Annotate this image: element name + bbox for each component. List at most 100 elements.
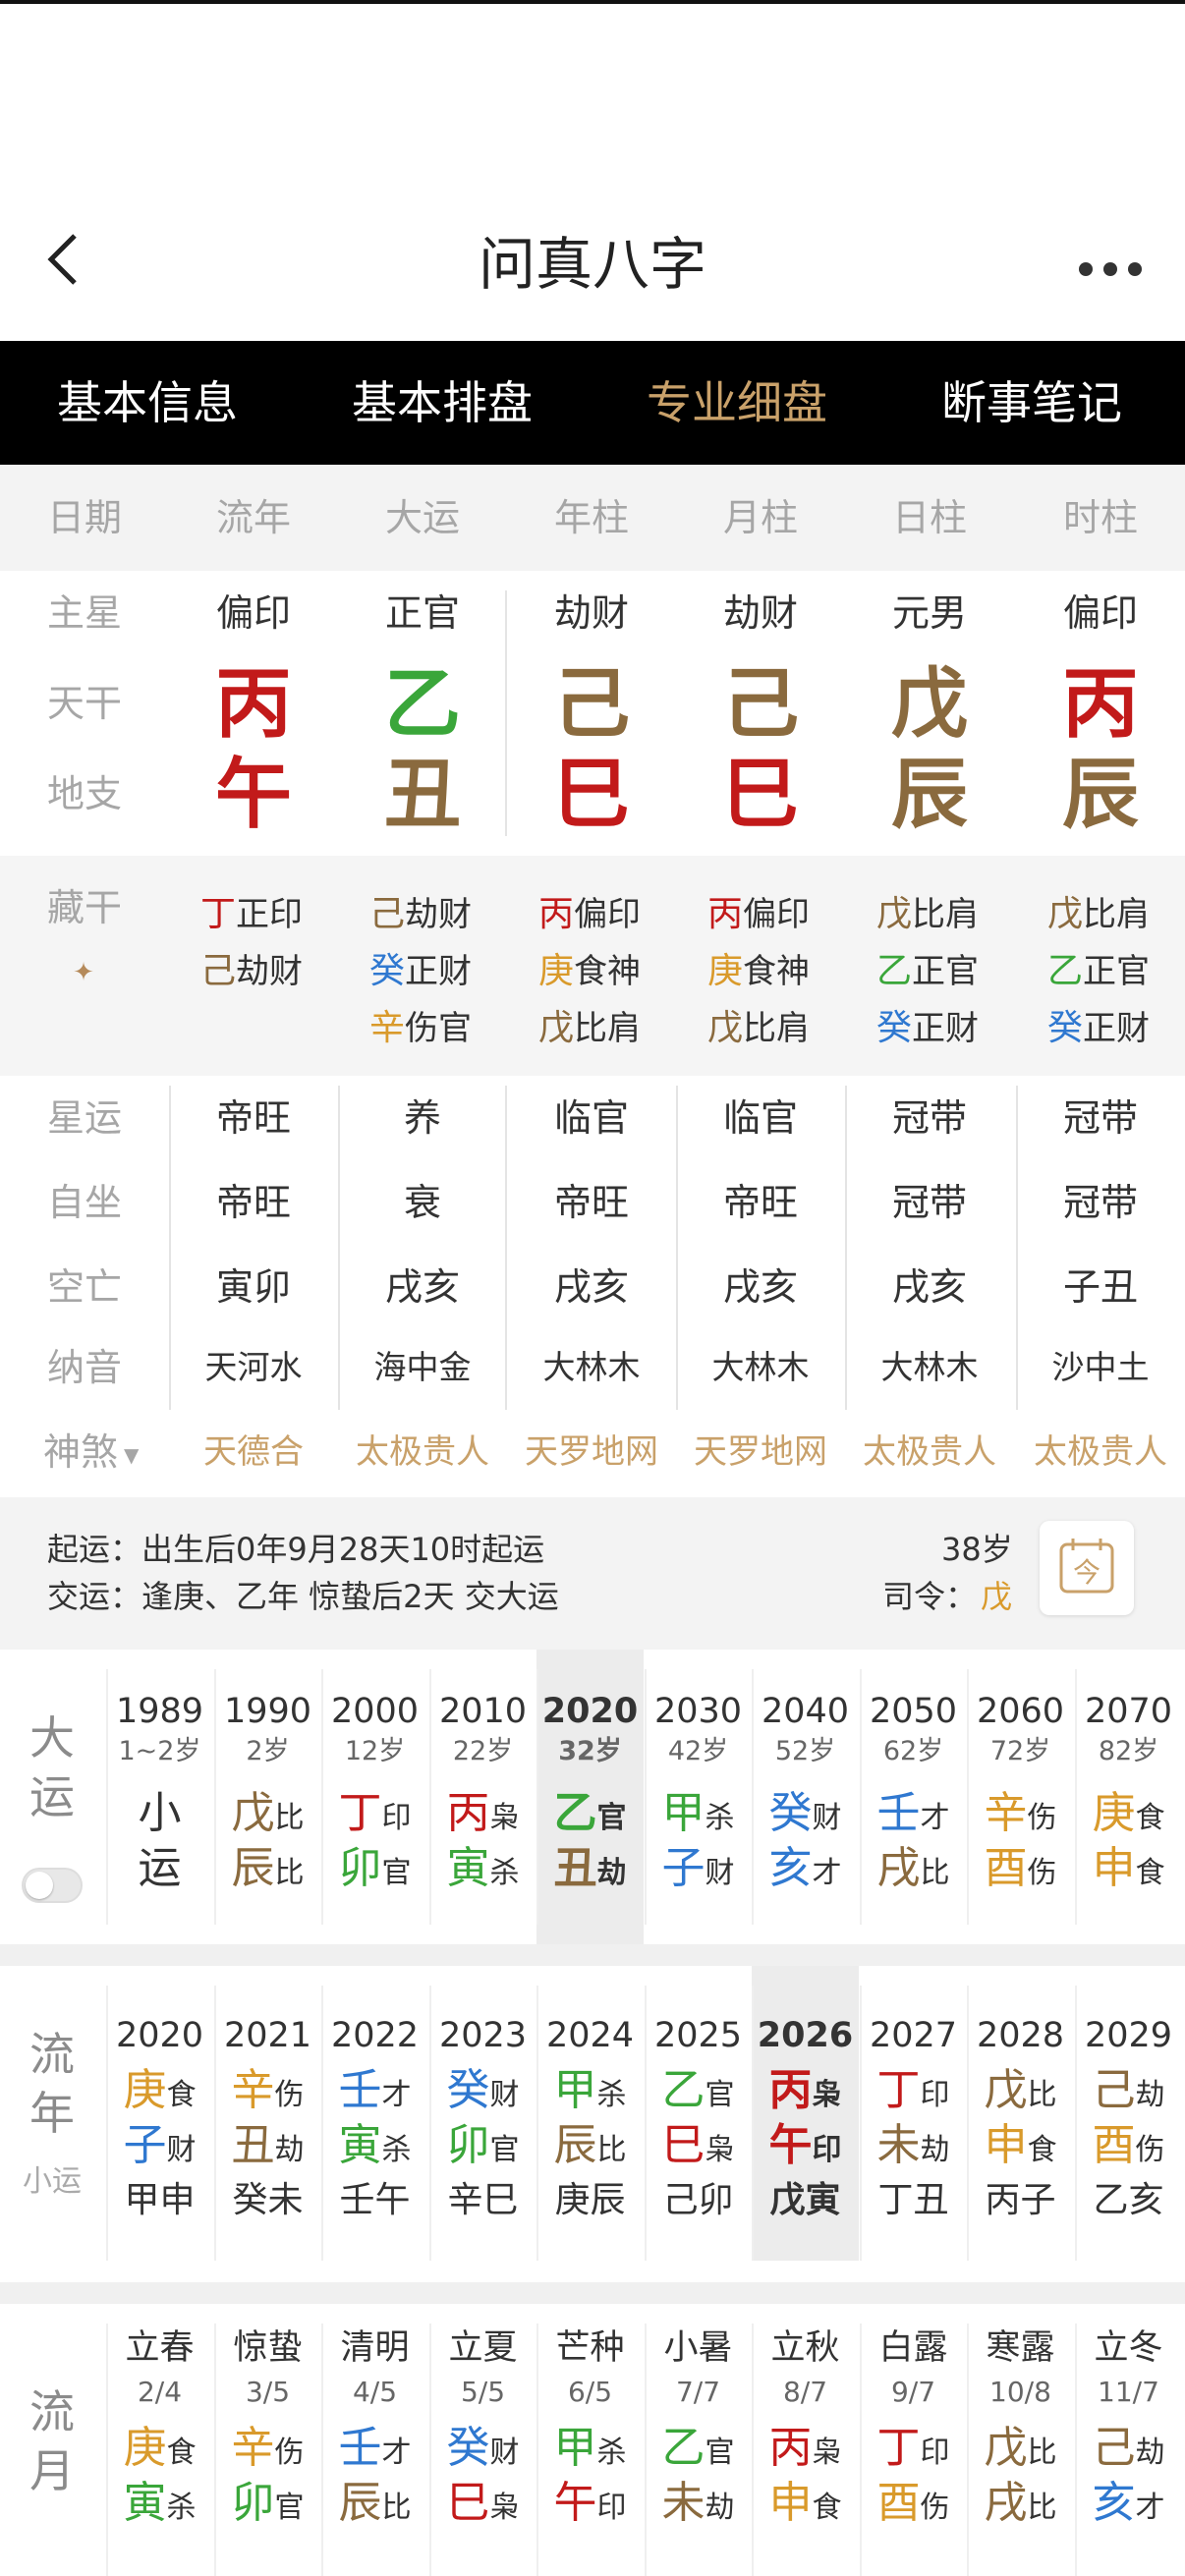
ten-god: 印 — [381, 1801, 412, 1835]
heavenly-stem: 己 — [552, 659, 630, 749]
hidden-stem-char: 癸 — [369, 951, 406, 991]
divider — [967, 1669, 969, 1925]
ganzhi-line: 辛伤 — [214, 2064, 321, 2122]
ganzhi-line: 申食 — [752, 2477, 859, 2535]
hidden-stem-god: 偏印 — [743, 895, 811, 934]
dayun-item[interactable]: 1989 1~2岁小运 — [106, 1689, 213, 1944]
liuyue-item[interactable]: 芒种 6/5 甲杀 午印 — [536, 2325, 644, 2576]
divider — [967, 2324, 969, 2576]
hidden-stem-god: 正财 — [1083, 1009, 1151, 1048]
dayun-year: 2040 — [761, 1692, 850, 1731]
liunian-item[interactable]: 2022 壬才 寅杀 壬午 — [321, 2013, 428, 2268]
liuyue-item[interactable]: 立冬 11/7 己劫 亥才 — [1075, 2325, 1182, 2576]
hidden-stem-char: 庚 — [707, 951, 744, 991]
ganzhi-line: 戊比 — [967, 2064, 1074, 2122]
dayun-item[interactable]: 2060 72岁 辛伤 酉伤 — [967, 1689, 1074, 1944]
ten-god: 才 — [381, 2078, 412, 2112]
liuyue-item[interactable]: 立春 2/4 庚食 寅杀 — [106, 2325, 213, 2576]
liunian-item[interactable]: 2027 丁印 未劫 丁丑 — [860, 2013, 967, 2268]
hidden-stem-god: 比肩 — [912, 895, 980, 934]
dayun-year: 2000 — [330, 1692, 420, 1731]
ganzhi-char: 亥 — [768, 1843, 813, 1893]
hidden-stem: 己劫财 — [200, 942, 303, 993]
ganzhi-line: 酉伤 — [1075, 2119, 1182, 2177]
dayun-age: 42岁 — [667, 1736, 729, 1766]
liuyue-item[interactable]: 惊蛰 3/5 辛伤 卯官 — [214, 2325, 321, 2576]
ganzhi-line: 戌比 — [860, 1842, 967, 1900]
liuyue-item[interactable]: 寒露 10/8 戊比 戌比 — [967, 2325, 1074, 2576]
toggle-switch-icon[interactable] — [22, 1868, 83, 1903]
liunian-item[interactable]: 2026 丙枭 午印 戊寅 — [752, 2013, 859, 2268]
liunian-year: 2021 — [223, 2016, 312, 2055]
dayun-item[interactable]: 2020 32岁 乙官 丑劫 — [536, 1689, 644, 1944]
dayun-year: 2020 — [541, 1692, 639, 1731]
liuyue-item[interactable]: 立夏 5/5 癸财 巳枭 — [429, 2325, 536, 2576]
dayun-age: 2岁 — [246, 1736, 290, 1766]
page-title: 问真八字 — [478, 231, 706, 298]
row-label-xingyun: 星运 — [46, 1096, 122, 1140]
ganzhi-char: 甲 — [661, 1788, 705, 1838]
ganzhi-line: 卯官 — [214, 2477, 321, 2535]
row-label-nayin: 纳音 — [46, 1346, 122, 1389]
hidden-stem-char: 癸 — [1047, 1008, 1084, 1048]
hidden-stem-god: 食神 — [743, 952, 811, 991]
solar-term: 立冬 — [1094, 2328, 1163, 2368]
tab-4[interactable]: 断事笔记 — [884, 341, 1179, 465]
liuyue-item[interactable]: 清明 4/5 壬才 辰比 — [321, 2325, 428, 2576]
liunian-item[interactable]: 2023 癸财 卯官 辛巳 — [429, 2013, 536, 2268]
ten-god: 财 — [812, 1801, 842, 1835]
tab-1[interactable]: 基本信息 — [0, 341, 295, 465]
more-horizontal-icon[interactable] — [1071, 228, 1150, 297]
divider — [1075, 1986, 1077, 2261]
shensha-value: 天罗地网 — [525, 1432, 658, 1472]
liunian-year: 2028 — [976, 2016, 1065, 2055]
ten-god: 财 — [489, 2436, 520, 2470]
dayun-item[interactable]: 2030 42岁 甲杀 子财 — [645, 1689, 752, 1944]
divider — [505, 1086, 507, 1410]
dayun-item[interactable]: 2000 12岁 丁印 卯官 — [321, 1689, 428, 1944]
hidden-stem: 辛伤官 — [369, 999, 472, 1050]
liunian-item[interactable]: 2024 甲杀 辰比 庚辰 — [536, 2013, 644, 2268]
ganzhi-line: 壬才 — [321, 2422, 428, 2480]
ten-god: 食 — [812, 2491, 842, 2525]
tab-2[interactable]: 基本排盘 — [295, 341, 590, 465]
liuyue-item[interactable]: 小暑 7/7 乙官 未劫 — [645, 2325, 752, 2576]
hidden-stem: 戊比肩 — [1047, 885, 1150, 936]
liunian-item[interactable]: 2028 戊比 申食 丙子 — [967, 2013, 1074, 2268]
pin-icon[interactable]: ✦ — [69, 958, 98, 987]
liuyue-item[interactable]: 立秋 8/7 丙枭 申食 — [752, 2325, 859, 2576]
tab-3[interactable]: 专业细盘 — [590, 341, 884, 465]
dayun-item[interactable]: 2050 62岁 壬才 戌比 — [860, 1689, 967, 1944]
liunian-item[interactable]: 2025 乙官 巳枭 己卯 — [645, 2013, 752, 2268]
calendar-today-icon[interactable]: 今 — [1040, 1521, 1134, 1615]
ganzhi-char: 己 — [1092, 2065, 1136, 2115]
divider — [845, 1086, 847, 1410]
hidden-stem-char: 癸 — [876, 1008, 913, 1048]
shensha-label[interactable]: 神煞 ▼ — [43, 1428, 139, 1480]
ganzhi-line: 乙官 — [645, 2064, 752, 2122]
liuyue-item[interactable]: 白露 9/7 丁印 酉伤 — [860, 2325, 967, 2576]
dayun-item[interactable]: 2070 82岁 庚食 申食 — [1075, 1689, 1182, 1944]
ten-god: 劫 — [274, 2133, 305, 2167]
dayun-item[interactable]: 2010 22岁 丙枭 寅杀 — [429, 1689, 536, 1944]
liunian-item[interactable]: 2020 庚食 子财 甲申 — [106, 2013, 213, 2268]
dayun-item[interactable]: 1990 2岁 戊比 辰比 — [214, 1689, 321, 1944]
liunian-year: 2022 — [330, 2016, 420, 2055]
ganzhi-line: 庚食 — [1075, 1787, 1182, 1845]
ganzhi-line: 癸财 — [429, 2422, 536, 2480]
hidden-stem: 乙正官 — [876, 942, 979, 993]
ganzhi-line: 辰比 — [321, 2477, 428, 2535]
ganzhi-line: 戌比 — [967, 2477, 1074, 2535]
dayun-year: 2010 — [438, 1692, 528, 1731]
solar-term-date: 11/7 — [1098, 2376, 1159, 2408]
column-header: 日期 — [46, 496, 122, 539]
nayin-value: 海中金 — [373, 1348, 472, 1386]
liunian-item[interactable]: 2021 辛伤 丑劫 癸未 — [214, 2013, 321, 2268]
xiaoyun-ganzhi: 戊寅 — [769, 2180, 841, 2220]
liunian-item[interactable]: 2029 己劫 酉伤 乙亥 — [1075, 2013, 1182, 2268]
ganzhi-char: 甲 — [553, 2423, 597, 2473]
zizuo-value: 帝旺 — [215, 1181, 291, 1224]
dayun-item[interactable]: 2040 52岁 癸财 亥才 — [752, 1689, 859, 1944]
ganzhi-char: 丁 — [338, 1788, 382, 1838]
liunian-year: 2026 — [757, 2016, 854, 2055]
